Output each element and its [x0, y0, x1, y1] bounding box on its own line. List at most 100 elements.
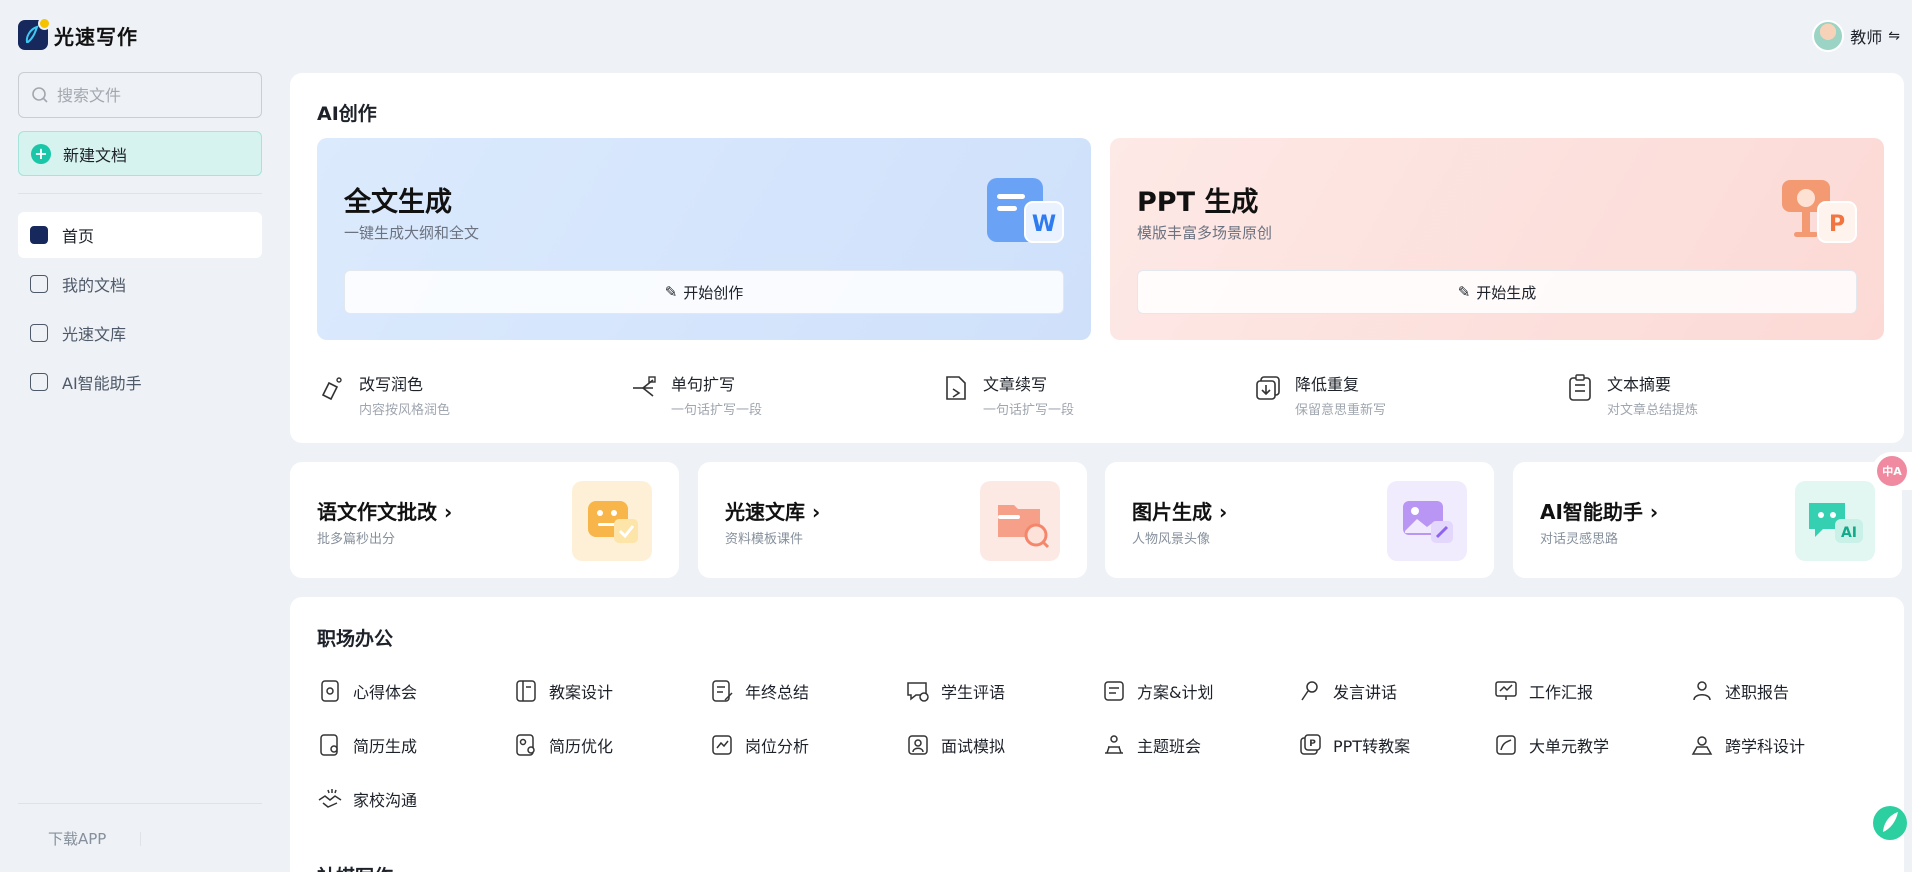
app-logo[interactable]: 光速写作 — [18, 17, 138, 50]
search-input[interactable] — [57, 85, 247, 105]
office-item[interactable]: 大单元教学 — [1493, 727, 1689, 763]
interview-icon — [908, 735, 928, 755]
switch-icon[interactable]: ⇋ — [1888, 28, 1900, 44]
app-name: 光速写作 — [54, 24, 138, 49]
office-item[interactable]: 心得体会 — [317, 673, 513, 709]
office-item-label: 主题班会 — [1137, 737, 1202, 756]
office-item[interactable]: P PPT转教案 — [1297, 727, 1493, 763]
office-item[interactable]: 主题班会 — [1101, 727, 1297, 763]
avatar[interactable] — [1812, 20, 1845, 52]
resume-icon — [320, 734, 338, 756]
pen-icon: ✎ — [1457, 283, 1471, 301]
tool-expand[interactable]: 单句扩写 一句话扩写一段 — [629, 371, 941, 418]
office-item[interactable]: 简历优化 — [513, 727, 709, 763]
office-item[interactable]: 面试模拟 — [905, 727, 1101, 763]
hero-subtitle: 模版丰富多场景原创 — [1137, 224, 1273, 242]
office-item[interactable]: 学生评语 — [905, 673, 1101, 709]
office-item-label: 年终总结 — [745, 683, 810, 702]
office-item[interactable]: 简历生成 — [317, 727, 513, 763]
office-item[interactable]: 岗位分析 — [709, 727, 905, 763]
ai-creation-panel: AI创作 全文生成 一键生成大纲和全文 W ✎ 开始创作 PPT 生成 模版丰富… — [290, 73, 1904, 443]
office-item[interactable]: 述职报告 — [1689, 673, 1885, 709]
ppt-icon: P — [1782, 180, 1857, 243]
tool-summary[interactable]: 文本摘要 对文章总结提炼 — [1565, 371, 1877, 418]
translate-widget[interactable]: 中A — [1872, 452, 1912, 490]
office-item-label: 面试模拟 — [941, 737, 1006, 756]
feature-card-title: 光速文库 › — [725, 500, 821, 524]
search-icon — [32, 87, 48, 103]
user-menu[interactable]: 教师 ⇋ — [1812, 20, 1900, 52]
tool-continue[interactable]: 文章续写 一句话扩写一段 — [941, 371, 1253, 418]
svg-text:W: W — [1032, 212, 1056, 237]
feature-card-title: 图片生成 › — [1132, 500, 1228, 524]
sidebar-item-home[interactable]: 首页 — [18, 212, 262, 258]
expand-icon — [633, 376, 656, 397]
office-item[interactable]: 年终总结 — [709, 673, 905, 709]
sidebar-item-library[interactable]: 光速文库 — [18, 310, 262, 356]
feature-card-image-generation[interactable]: 图片生成 › 人物风景头像 — [1105, 462, 1494, 578]
person-report-icon — [1693, 681, 1711, 701]
office-item[interactable]: 跨学科设计 — [1689, 727, 1885, 763]
tool-reduce-duplication[interactable]: 降低重复 保留意思重新写 — [1253, 371, 1565, 418]
office-item[interactable]: 工作汇报 — [1493, 673, 1689, 709]
full-text-generation-card[interactable]: 全文生成 一键生成大纲和全文 W ✎ 开始创作 — [317, 138, 1091, 340]
office-item-label: 述职报告 — [1725, 683, 1790, 702]
section-title-ai: AI创作 — [317, 103, 377, 125]
start-writing-label: 开始创作 — [683, 283, 744, 302]
office-item-label: 简历优化 — [549, 737, 614, 756]
ppt-generation-card[interactable]: PPT 生成 模版丰富多场景原创 P ✎ 开始生成 — [1110, 138, 1884, 340]
report-icon — [1495, 681, 1517, 700]
section-title-office: 职场办公 — [317, 628, 394, 650]
user-name: 教师 — [1850, 28, 1883, 47]
office-item-label: 教案设计 — [549, 683, 614, 702]
start-generating-label: 开始生成 — [1476, 283, 1537, 302]
feature-card-ai-assistant[interactable]: AI智能助手 › 对话灵感思路 AI — [1513, 462, 1902, 578]
new-document-button[interactable]: + 新建文档 — [18, 131, 262, 176]
feature-card-subtitle: 资料模板课件 — [725, 532, 804, 547]
sidebar-item-label: 首页 — [62, 227, 95, 246]
office-item[interactable]: 发言讲话 — [1297, 673, 1493, 709]
svg-text:P: P — [1309, 739, 1316, 749]
start-generating-button[interactable]: ✎ 开始生成 — [1137, 270, 1857, 314]
office-item-label: 工作汇报 — [1529, 683, 1594, 702]
new-document-label: 新建文档 — [63, 145, 128, 165]
feature-card-library[interactable]: 光速文库 › 资料模板课件 — [698, 462, 1087, 578]
tool-desc: 内容按风格润色 — [359, 403, 451, 418]
search-box[interactable] — [18, 72, 262, 118]
plus-icon: + — [31, 143, 51, 164]
office-item-label: 学生评语 — [941, 683, 1006, 702]
document-icon — [30, 275, 48, 293]
lesson-plan-icon — [516, 680, 536, 702]
start-writing-button[interactable]: ✎ 开始创作 — [344, 270, 1064, 314]
image-gen-icon — [1387, 481, 1467, 561]
sidebar-divider — [18, 193, 262, 194]
office-item[interactable]: 方案&计划 — [1101, 673, 1297, 709]
sidebar-nav: 首页 我的文档 光速文库 AI智能助手 — [18, 212, 262, 408]
home-icon — [30, 226, 48, 244]
interdisciplinary-icon — [1691, 736, 1713, 755]
plan-icon — [1104, 681, 1124, 701]
continue-icon — [946, 376, 966, 400]
feature-card-title: AI智能助手 › — [1540, 500, 1659, 524]
ai-chat-icon: AI — [1795, 481, 1875, 561]
class-meeting-icon — [1105, 735, 1123, 754]
tool-rewrite[interactable]: 改写润色 内容按风格润色 — [317, 371, 629, 418]
download-app-link[interactable]: 下载APP — [48, 828, 106, 849]
tool-desc: 一句话扩写一段 — [671, 403, 763, 418]
office-item-label: 心得体会 — [353, 683, 418, 702]
pen-icon: ✎ — [664, 283, 678, 301]
sidebar-item-ai-assistant[interactable]: AI智能助手 — [18, 359, 262, 405]
feature-card-subtitle: 批多篇秒出分 — [317, 532, 396, 547]
tool-name: 降低重复 — [1295, 375, 1360, 394]
sidebar-item-label: 光速文库 — [62, 325, 127, 344]
resume-optimize-icon — [516, 734, 535, 756]
office-item[interactable]: 教案设计 — [513, 673, 709, 709]
office-item[interactable]: 家校沟通 — [317, 781, 513, 817]
assistant-float-icon[interactable] — [1870, 802, 1908, 844]
job-analysis-icon — [712, 735, 732, 755]
feature-card-essay-correction[interactable]: 语文作文批改 › 批多篇秒出分 — [290, 462, 679, 578]
microphone-icon — [1301, 681, 1318, 701]
sidebar-item-my-documents[interactable]: 我的文档 — [18, 261, 262, 307]
rewrite-icon — [321, 377, 342, 401]
tool-name: 文本摘要 — [1607, 375, 1672, 394]
